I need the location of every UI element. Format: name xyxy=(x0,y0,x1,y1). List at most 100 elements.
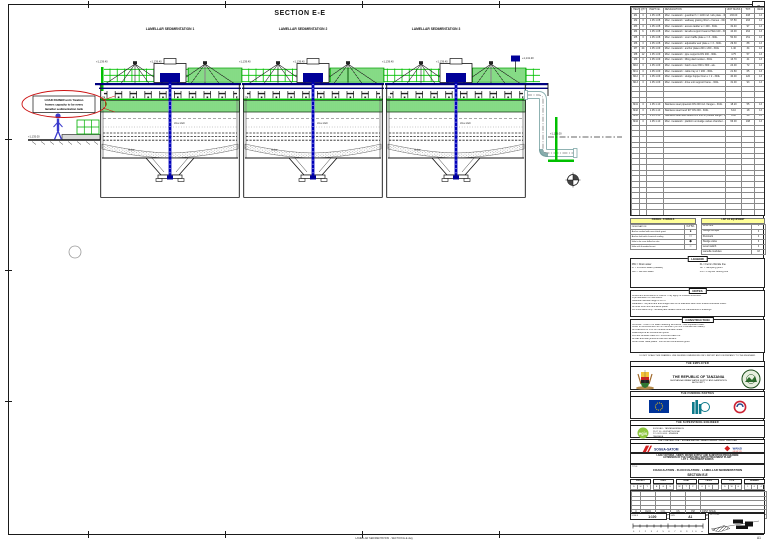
table-cell: Lamella modules xyxy=(701,249,752,256)
development-agency-logo-icon xyxy=(691,399,710,414)
table-cell xyxy=(663,214,726,215)
notes-box: NOTES Levels and dimensions in metres. T… xyxy=(630,287,765,317)
engineer-logo-text: egis xyxy=(639,431,648,436)
frame-tick xyxy=(88,1,90,8)
engineer-address-line: TANZANIA xyxy=(653,435,664,438)
legend-title: LEGEND xyxy=(687,255,708,263)
elevation-label: +1,139.40 xyxy=(150,60,162,64)
eu-flag-icon xyxy=(648,400,669,414)
table-row: For information only : lamella pack deta… xyxy=(631,309,764,312)
grid-bubble xyxy=(68,245,82,259)
subtitle-tank-2: LAMELLAR SEDIMENTATION 2 xyxy=(278,27,328,31)
callout-line-3: lamellar sedimentation tank xyxy=(45,107,83,111)
scale-value: 1:100 xyxy=(648,515,657,519)
elevation-label: +1,139.40 xyxy=(239,60,251,64)
project-description: LAKE VICTORIA - SIMIYU WATER SUPPLY AND … xyxy=(630,453,765,464)
table-cell: W xyxy=(727,484,736,490)
table-row: DWG xyxy=(721,484,743,490)
contractor-logo-left: SOGEA-SATOM xyxy=(642,445,679,453)
section-drawing: drive shaft sludge LOAD RAISER unit / fi… xyxy=(21,55,622,259)
table-cell: For information only : lamella pack deta… xyxy=(632,308,712,311)
disclaimer: DO NOT SCALE THIS DRAWING. USE FIGURED D… xyxy=(639,354,756,357)
table-cell xyxy=(754,214,764,215)
employer-sub2: AUTHORITY xyxy=(692,381,705,384)
callout-line-1: LOAD RAISER unit / fixation xyxy=(45,98,84,102)
elevation-label: +1,139.40 xyxy=(382,60,394,64)
field-group-level: LEVEL 03 xyxy=(698,479,720,490)
field-group-project: PROJECT SHY xyxy=(630,479,652,490)
table-row: SHY xyxy=(630,484,652,490)
table-row: Hole with threaded insert ○ xyxy=(630,244,697,251)
fixings-symbol-table: FIXINGS - SYMBOLS DESIGNATION SYM. Anchor … xyxy=(630,218,697,251)
table-row: Grout under base plates : non-shrink cem… xyxy=(631,341,764,344)
table-cell: W xyxy=(675,484,684,490)
frame-tick xyxy=(362,1,364,8)
table-cell: Hole with threaded insert xyxy=(630,244,685,251)
table-cell: 4 xyxy=(757,484,765,490)
table-cell: 18 xyxy=(751,249,766,256)
ladder-panel xyxy=(76,119,100,135)
subtitle-tank-1: LAMELLAR SEDIMENTATION 1 xyxy=(145,27,195,31)
scale-label: SCALE xyxy=(631,514,639,517)
pipe-elbow xyxy=(527,91,574,157)
key-plan-map xyxy=(710,519,760,532)
subtitle-tank-3: LAMELLAR SEDIMENTATION 3 xyxy=(411,27,461,31)
legend-box: LEGEND DW = Drain water FL = Ferric chlor… xyxy=(630,255,765,288)
elevation-label: +1,135.00 xyxy=(550,132,562,136)
table-cell: H xyxy=(636,484,645,490)
table-cell: 0 xyxy=(698,484,706,490)
table-cell: G xyxy=(659,484,668,490)
elevation-label: +1,139.40 xyxy=(96,60,108,64)
table-cell: 3 xyxy=(705,484,713,490)
table-cell: ○ xyxy=(684,244,697,251)
table-cell: P xyxy=(688,484,697,490)
key-plan: KEY PLAN xyxy=(708,513,765,534)
engineer-block: THE SUPERVISING ENGINEER egis EGIS EAU -… xyxy=(630,420,765,439)
project-line: LOT 1 - TREATMENT WORKS xyxy=(681,458,714,461)
table-cell: SW = Service water xyxy=(631,270,654,274)
table-cell: Y xyxy=(643,484,652,490)
table-cell xyxy=(631,214,640,215)
equipment-table-box: ITEMQTYPART No.DESIGNATIONUNIT MASS (kg)… xyxy=(630,6,765,216)
scale-box: SCALE 1:100 xyxy=(630,513,667,520)
frame-tick xyxy=(5,401,12,403)
table-cell xyxy=(711,484,720,490)
table-cell xyxy=(741,214,755,215)
table-row: Lamella modules 18 xyxy=(701,249,766,256)
field-group-type: TYPE DWG xyxy=(721,479,743,490)
drawing-title-box: TITLE COAGULATION - FLOCCULATION - LAMEL… xyxy=(630,464,765,478)
table-cell: S xyxy=(666,484,674,490)
tanzania-coat-of-arms-icon xyxy=(636,370,654,390)
revision-table-box: 001/24COLCSPMFIRST ISSUEREVDATEDRAWNCHEC… xyxy=(630,490,767,520)
elevation-label: +1,139.40 xyxy=(293,60,305,64)
frame-tick xyxy=(225,1,227,8)
table-cell: D xyxy=(721,484,729,490)
construction-title: CONSTRUCTION xyxy=(681,316,714,324)
frame-tick xyxy=(499,1,501,8)
table-cell: 0 xyxy=(750,484,759,490)
elevation-label: +1,135.00 xyxy=(28,135,40,139)
table-cell xyxy=(646,214,664,215)
table-row: 03 xyxy=(698,484,720,490)
table-row: SW = Service water PM = Polymer dosing li… xyxy=(631,271,764,275)
field-group-originator: ORIG. EGS xyxy=(652,479,674,490)
level-flag-icon xyxy=(511,55,520,62)
employer-name: THE REPUBLIC OF TANZANIA xyxy=(672,374,725,379)
table-cell: 1 xyxy=(743,484,752,490)
table-cell: T xyxy=(682,484,690,490)
contractor-logo-right: WANJI GROUP LTD xyxy=(724,445,743,453)
table-row: WTP xyxy=(675,484,697,490)
frame-tick xyxy=(88,531,90,538)
table-cell: E xyxy=(652,484,661,490)
construction-box: CONSTRUCTION Concrete : C30/37 for water… xyxy=(630,316,765,353)
size-box: SIZE A1 xyxy=(669,513,706,520)
drawing-title-line2: SECTION E-E xyxy=(687,472,708,477)
fields-row: PROJECT SHY ORIG. EGS ZONE WTP LEVEL 03 … xyxy=(630,479,765,490)
scalebar: 0 1 2 3 4 5 6 7 8 9 10 m xyxy=(632,523,704,533)
contractor-right-text: WANJI xyxy=(733,447,742,451)
field-group-zone: ZONE WTP xyxy=(675,479,697,490)
file-reference: LAMELLAR SEDIMENTATION - SECTION E-E.dwg xyxy=(355,536,413,540)
employer-block: THE EMPLOYER THE REPUBLIC OF TANZANIA SH… xyxy=(630,361,765,390)
table-row xyxy=(631,214,764,215)
cooperation-logo-icon xyxy=(733,400,746,414)
